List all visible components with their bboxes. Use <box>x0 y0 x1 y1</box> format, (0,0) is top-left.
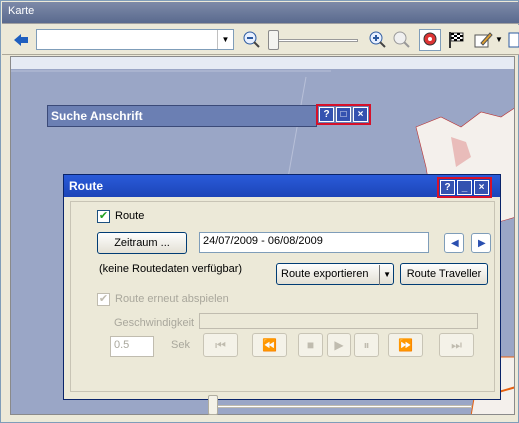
pause-button[interactable]: ⏸ <box>354 333 379 357</box>
playback-track[interactable] <box>210 405 472 408</box>
export-route-button[interactable]: Route exportieren ▼ <box>276 263 394 285</box>
overflow-icon[interactable] <box>508 29 519 51</box>
chevron-down-icon[interactable]: ▼ <box>379 265 391 285</box>
previous-period-button[interactable]: ◀ <box>444 233 464 253</box>
edit-icon[interactable] <box>472 29 494 51</box>
route-window: Route ? _ × ✔ Route Zeitraum ... 24/07/2… <box>63 174 501 415</box>
next-period-button[interactable]: ▶ <box>471 233 491 253</box>
zoom-slider-track[interactable] <box>272 39 358 42</box>
period-button[interactable]: Zeitraum ... <box>97 232 187 254</box>
help-button[interactable]: ? <box>319 107 334 122</box>
no-route-data-text: (keine Routedaten verfügbar) <box>99 263 243 275</box>
seconds-stepper[interactable]: 0.5 <box>110 336 154 357</box>
minimize-button[interactable]: _ <box>457 180 472 195</box>
chevron-right-icon: ▶ <box>478 238 486 249</box>
speed-label: Geschwindigkeit <box>114 317 195 329</box>
speed-bar <box>199 313 478 329</box>
toolbar: ▼ ▼ <box>2 25 519 55</box>
route-checkbox[interactable]: ✔ <box>97 210 110 223</box>
skip-to-end-button[interactable]: ⏭ <box>439 333 474 357</box>
checkered-flag-icon[interactable] <box>445 29 467 51</box>
skip-to-start-button[interactable]: ⏮ <box>203 333 238 357</box>
zoom-slider-thumb[interactable] <box>268 30 279 50</box>
chevron-left-icon: ◀ <box>451 238 459 249</box>
search-window-title[interactable]: Suche Anschrift <box>47 105 317 127</box>
export-route-label: Route exportieren <box>281 268 369 280</box>
stop-button[interactable]: ■ <box>298 333 323 357</box>
replay-route-checkbox[interactable]: ✔ <box>97 293 110 306</box>
zoom-out-icon[interactable] <box>241 29 263 51</box>
playback-thumb[interactable] <box>208 395 218 415</box>
fast-forward-button[interactable]: ⏩ <box>388 333 423 357</box>
map-cursor-icon[interactable] <box>419 29 441 51</box>
search-window-controls: ? □ × <box>316 104 371 125</box>
close-button[interactable]: × <box>474 180 489 195</box>
maximize-button[interactable]: □ <box>336 107 351 122</box>
help-button[interactable]: ? <box>440 180 455 195</box>
route-traveller-button[interactable]: Route Traveller <box>400 263 488 285</box>
karte-window: Karte ▼ ▼ Suche Anschrift ? □ × Route ? … <box>0 0 519 423</box>
route-window-title[interactable]: Route <box>64 175 500 197</box>
search-address-window: Suche Anschrift ? □ × <box>47 104 379 127</box>
play-button[interactable]: ▶ <box>327 333 351 357</box>
route-window-controls: ? _ × <box>437 177 492 198</box>
location-combo[interactable]: ▼ <box>36 29 234 50</box>
window-title: Karte <box>2 2 519 24</box>
zoom-in-icon[interactable] <box>367 29 389 51</box>
close-button[interactable]: × <box>353 107 368 122</box>
route-checkbox-label: Route <box>115 210 145 222</box>
arrow-left-icon[interactable] <box>10 29 32 51</box>
rewind-button[interactable]: ⏪ <box>252 333 287 357</box>
zoom-extent-icon[interactable] <box>391 29 413 51</box>
seconds-unit: Sek <box>171 339 190 351</box>
replay-route-label: Route erneut abspielen <box>115 293 229 305</box>
seconds-value: 0.5 <box>114 339 130 351</box>
date-range-field[interactable]: 24/07/2009 - 06/08/2009 <box>199 232 429 253</box>
chevron-down-icon[interactable]: ▼ <box>217 30 233 49</box>
route-body: ✔ Route Zeitraum ... 24/07/2009 - 06/08/… <box>68 199 497 415</box>
